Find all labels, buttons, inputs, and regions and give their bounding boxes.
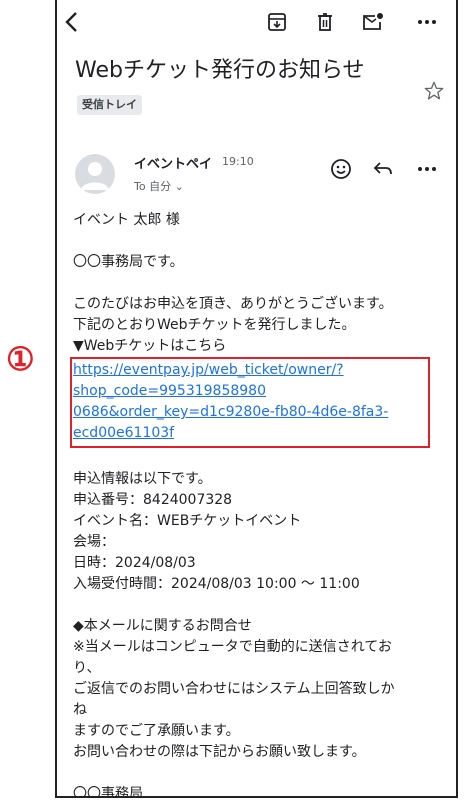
annotation-marker: ① — [6, 340, 35, 378]
note-line: ますのでご了承願います。 — [73, 723, 240, 739]
ticket-link-highlight: https://eventpay.jp/web_ticket/owner/? s… — [70, 357, 430, 448]
archive-icon[interactable] — [263, 8, 291, 36]
venue: 会場： — [73, 534, 115, 550]
sent-time: 19:10 — [222, 155, 254, 168]
note-line: ご返信でのお問い合わせにはシステム上回答致しか — [73, 681, 395, 697]
thanks-text: このたびはお申込を頂き、ありがとうございます。 — [73, 296, 393, 312]
ticket-link-line: https://eventpay.jp/web_ticket/owner/? — [73, 362, 344, 378]
more-icon[interactable] — [413, 8, 441, 36]
mark-unread-icon[interactable] — [359, 8, 387, 36]
info-heading: 申込情報は以下です。 — [73, 471, 212, 487]
message-more-icon[interactable] — [413, 157, 441, 181]
greeting: イベント 太郎 様 — [73, 212, 180, 228]
ticket-link-line: shop_code=995319858980 — [73, 383, 266, 399]
email-body: イベント 太郎 様 〇〇事務局です。 このたびはお申込を頂き、ありがとうございま… — [70, 210, 448, 798]
delete-icon[interactable] — [311, 8, 339, 36]
note-line: お問い合わせの際は下記からお願い致します。 — [73, 744, 366, 760]
signature: 〇〇事務局 — [73, 786, 143, 798]
entry-time: 入場受付時間：2024/08/03 10:00 ～ 11:00 — [73, 576, 360, 592]
contact-heading: ◆本メールに関するお問合せ — [73, 618, 252, 634]
note-line: り、 — [73, 660, 101, 676]
issued-text: 下記のとおりWebチケットを発行しました。 — [73, 317, 356, 333]
sender-avatar[interactable] — [75, 154, 115, 194]
recipient-toggle[interactable]: To 自分 ⌄ — [134, 178, 184, 194]
email-subject: Webチケット発行のお知らせ — [75, 58, 365, 83]
emoji-reaction-icon[interactable] — [329, 157, 353, 181]
event-datetime: 日時：2024/08/03 — [73, 555, 196, 571]
intro-text: 〇〇事務局です。 — [73, 254, 184, 270]
ticket-link-line: 0686&order_key=d1c9280e-fb80-4d6e-8fa3- — [73, 404, 389, 420]
order-number: 申込番号：8424007328 — [73, 492, 233, 508]
back-arrow-icon[interactable] — [59, 8, 87, 36]
note-line: ね — [73, 702, 87, 718]
note-line: ※当メールはコンピュータで自動的に送信されてお — [73, 639, 392, 655]
email-view: Webチケット発行のお知らせ 受信トレイ イベントペイ 19:10 To 自分 … — [55, 0, 458, 798]
ticket-link-line: ecd00e61103f — [73, 425, 175, 441]
event-name: イベント名：WEBチケットイベント — [73, 513, 302, 529]
top-toolbar — [57, 0, 456, 44]
star-icon[interactable] — [423, 80, 449, 106]
reply-icon[interactable] — [371, 157, 395, 181]
sender-name[interactable]: イベントペイ — [134, 153, 212, 172]
ticket-link[interactable]: https://eventpay.jp/web_ticket/owner/? s… — [73, 360, 427, 444]
inbox-label[interactable]: 受信トレイ — [77, 95, 142, 115]
ticket-heading: ▼Webチケットはこちら — [73, 338, 227, 354]
